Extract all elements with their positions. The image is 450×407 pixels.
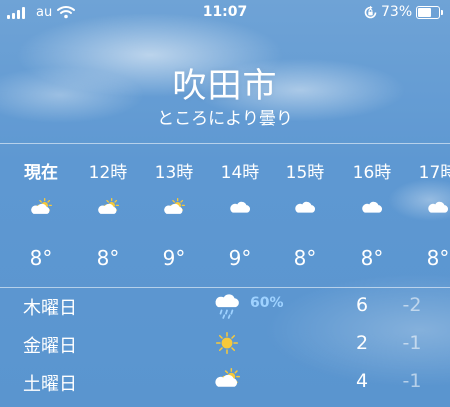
hourly-time: 17時: [418, 163, 450, 183]
battery-fill: [418, 8, 432, 17]
cloud-icon: [293, 198, 317, 220]
day-name: 土曜日: [23, 374, 77, 395]
current-condition: ところにより曇り: [157, 109, 293, 129]
status-bar: au 11:07 73%: [0, 0, 450, 28]
precip-chance: 60%: [250, 295, 284, 311]
day-name: 金曜日: [23, 336, 77, 357]
partly-cloudy-icon: [213, 367, 243, 394]
hourly-time: 13時: [154, 163, 194, 183]
rain-cloud-icon: [213, 292, 243, 319]
city-name: 吹田市: [172, 66, 278, 106]
low-temp: -1: [402, 370, 422, 392]
hourly-time: 14時: [220, 163, 260, 183]
hourly-time: 12時: [88, 163, 128, 183]
hourly-temp: 8°: [293, 246, 317, 270]
daily-row: 土曜日 4 -1: [0, 364, 450, 402]
low-temp: -1: [402, 332, 422, 354]
hourly-temp: 9°: [228, 246, 252, 270]
hourly-forecast[interactable]: 現在 8° 12時 8° 13時 9° 14時 9° 15時 8° 16時 8° 17時 8°: [0, 146, 450, 286]
partly-cloudy-icon: [96, 197, 120, 220]
hourly-time: 15時: [285, 163, 325, 183]
daily-row: 金曜日 2 -1: [0, 326, 450, 364]
low-temp: -2: [402, 294, 422, 316]
hourly-temp: 8°: [426, 246, 450, 270]
partly-cloudy-icon: [162, 197, 186, 220]
cloud-icon: [228, 198, 252, 220]
hourly-temp: 8°: [29, 246, 53, 270]
high-temp: 6: [355, 294, 369, 316]
hourly-temp: 8°: [96, 246, 120, 270]
high-temp: 2: [355, 332, 369, 354]
partly-cloudy-icon: [29, 197, 53, 220]
battery-percent: 73%: [381, 4, 413, 20]
sun-icon: [213, 330, 243, 356]
divider: [0, 143, 450, 144]
rotation-lock-icon: [363, 5, 378, 24]
high-temp: 4: [355, 370, 369, 392]
hourly-time: 現在: [24, 163, 58, 183]
cloud-icon: [426, 198, 450, 220]
battery-icon: [416, 6, 443, 19]
cloud-icon: [360, 198, 384, 220]
hourly-temp: 9°: [162, 246, 186, 270]
day-name: 木曜日: [23, 298, 77, 319]
daily-row: 木曜日 60% 6 -2: [0, 288, 450, 326]
hourly-time: 16時: [352, 163, 392, 183]
hourly-temp: 8°: [360, 246, 384, 270]
